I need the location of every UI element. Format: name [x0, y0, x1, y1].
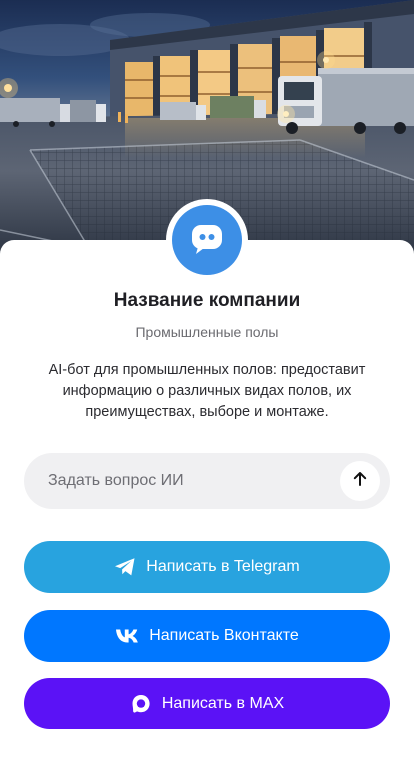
write-telegram-button[interactable]: Написать в Telegram	[24, 541, 390, 593]
max-label: Написать в MAX	[161, 694, 285, 712]
vk-label: Написать Вконтакте	[149, 627, 299, 644]
avatar	[172, 205, 242, 275]
write-vk-button[interactable]: Написать Вконтакте	[24, 610, 390, 662]
arrow-up-icon	[351, 470, 369, 493]
send-button[interactable]	[340, 461, 380, 501]
company-description: AI-бот для промышленных полов: предостав…	[48, 362, 366, 420]
telegram-label: Написать в Telegram	[146, 558, 300, 575]
vk-icon	[115, 628, 139, 644]
chat-bot-icon	[188, 219, 226, 262]
write-max-button[interactable]: Написать в MAX	[24, 678, 390, 729]
ask-ai-input[interactable]	[48, 453, 338, 509]
max-icon	[130, 693, 152, 715]
telegram-icon	[114, 557, 136, 577]
company-category: Промышленные полы	[135, 324, 279, 340]
ask-ai-field	[24, 453, 390, 509]
bot-landing-page: Название компании Промышленные полы AI-б…	[0, 0, 414, 770]
company-name: Название компании	[113, 290, 301, 311]
